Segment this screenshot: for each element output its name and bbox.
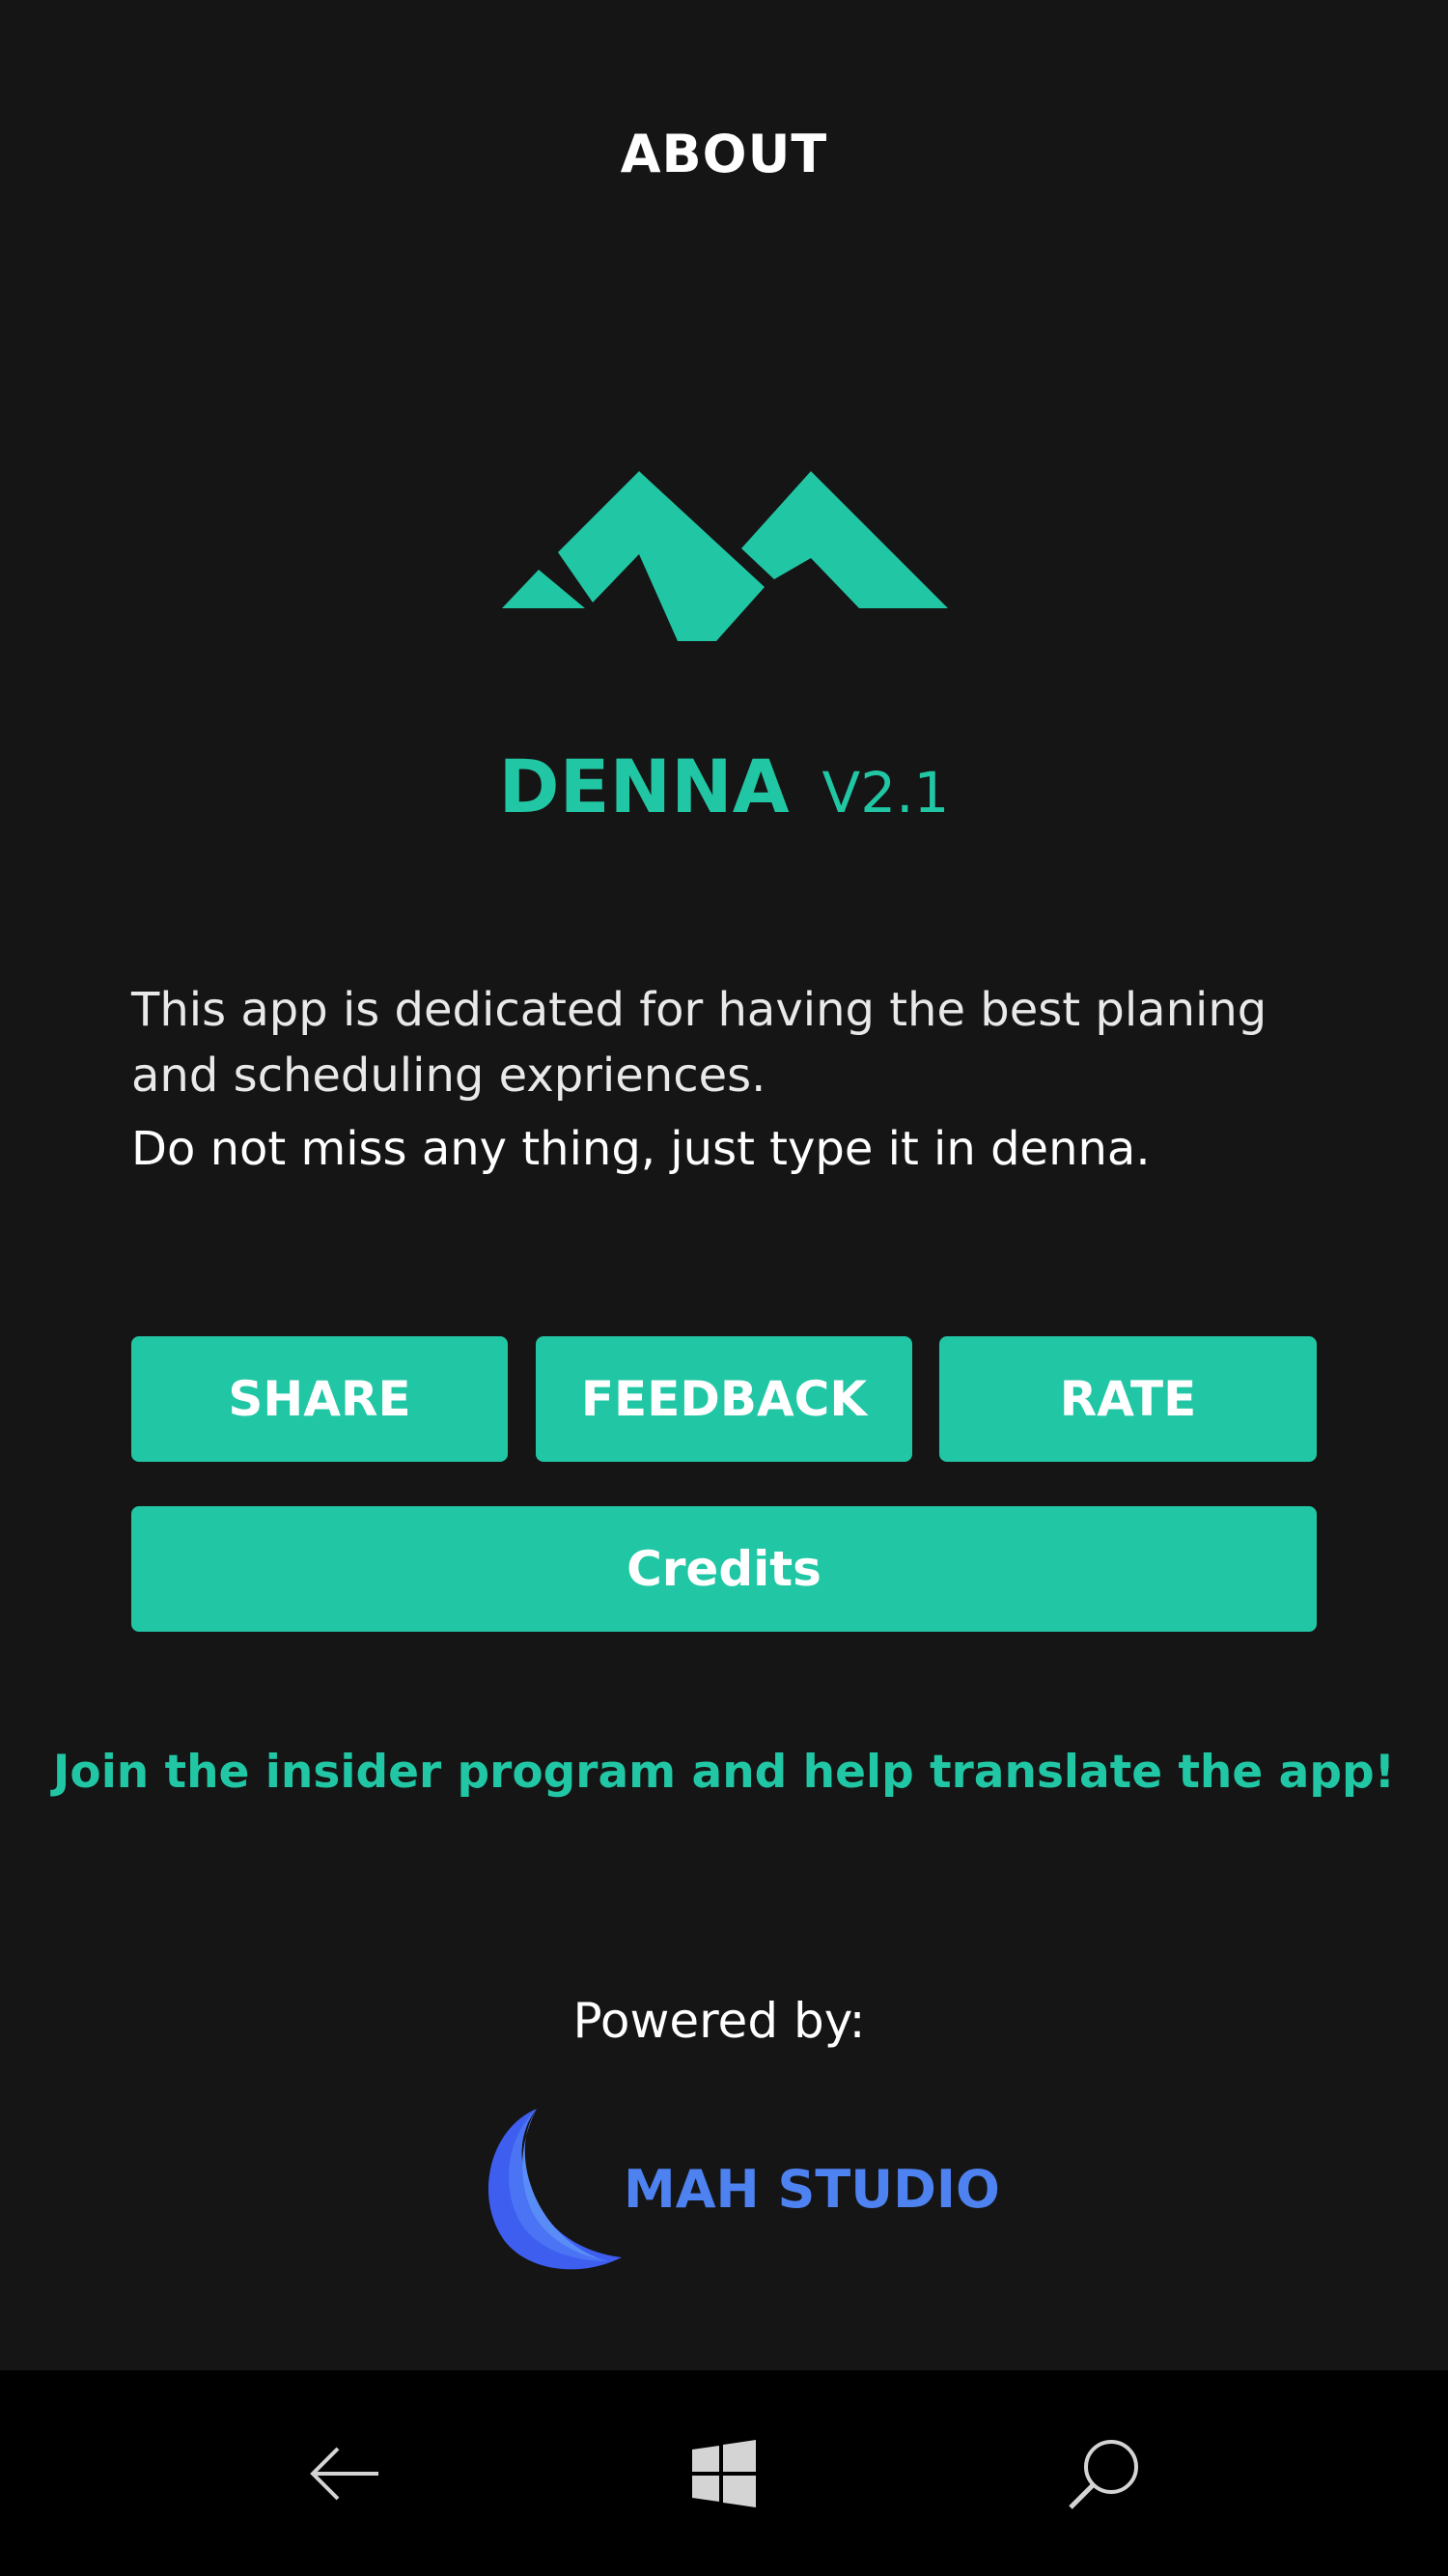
powered-by-label: Powered by:: [572, 1993, 866, 2049]
share-button[interactable]: SHARE: [131, 1336, 508, 1462]
back-button[interactable]: [249, 2370, 442, 2576]
navigation-bar: [0, 2370, 1448, 2576]
insider-program-link[interactable]: Join the insider program and help transl…: [0, 1746, 1448, 1799]
studio-name: MAH STUDIO: [624, 2159, 1000, 2220]
description-line-1: This app is dedicated for having the bes…: [131, 983, 1267, 1103]
credits-button-label: Credits: [627, 1541, 821, 1597]
search-icon: [1069, 2439, 1138, 2509]
rate-button[interactable]: RATE: [939, 1336, 1317, 1462]
app-name-row: DENNA V2.1: [0, 743, 1448, 829]
windows-logo-icon: [692, 2439, 756, 2507]
about-screen: ABOUT DENNA V2.1 This app is dedicated fo…: [0, 0, 1448, 2576]
search-button[interactable]: [1008, 2370, 1201, 2576]
back-arrow-icon: [310, 2447, 378, 2500]
feedback-button[interactable]: FEEDBACK: [536, 1336, 912, 1462]
app-description: This app is dedicated for having the bes…: [131, 977, 1328, 1182]
crescent-moon-icon: [487, 2109, 622, 2270]
app-version: V2.1: [821, 760, 950, 826]
home-button[interactable]: [627, 2370, 821, 2576]
mountains-logo-icon: [502, 471, 948, 641]
description-line-2: Do not miss any thing, just type it in d…: [131, 1122, 1151, 1176]
page-title: ABOUT: [620, 124, 828, 184]
app-name: DENNA: [498, 743, 790, 829]
credits-button[interactable]: Credits: [131, 1506, 1317, 1632]
